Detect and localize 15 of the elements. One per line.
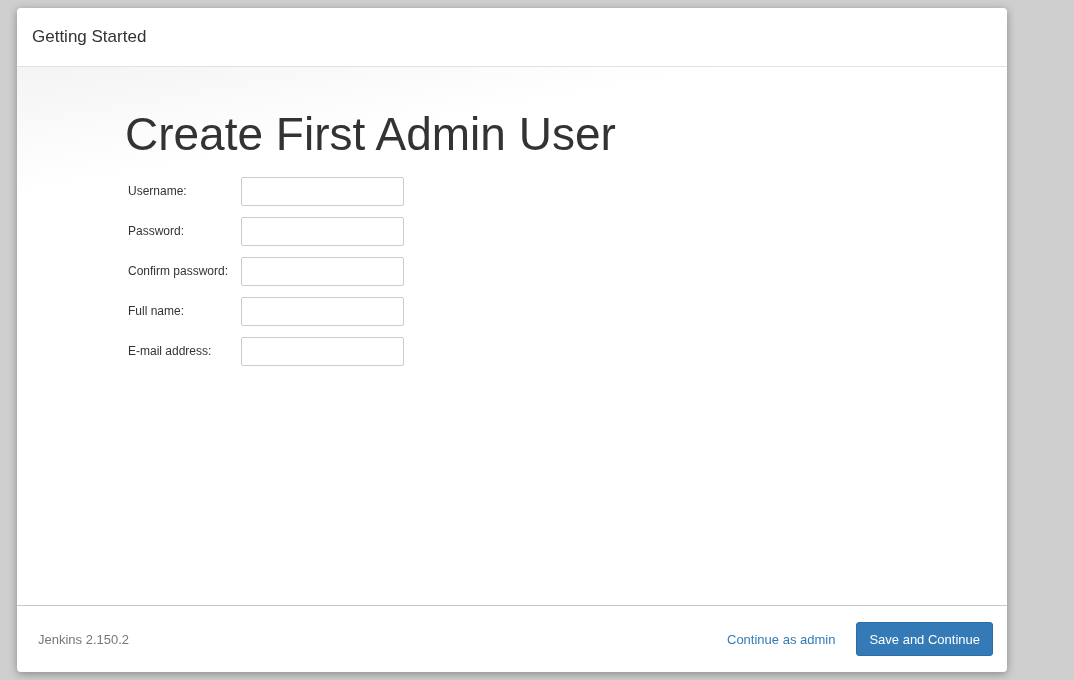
continue-link[interactable]: Continue as admin [727, 631, 836, 647]
version-text: Jenkins 2.150.2 [38, 631, 131, 647]
field-label: E-mail address: [128, 344, 213, 358]
input-field[interactable] [241, 176, 404, 206]
field-label: Password: [128, 224, 186, 238]
field-label: Full name: [128, 304, 186, 318]
dialog-title: Getting Started [32, 27, 147, 47]
input-field[interactable] [241, 336, 404, 366]
input-field[interactable] [241, 296, 404, 326]
field-label: Username: [128, 184, 188, 198]
page-heading: Create First Admin User [125, 107, 617, 161]
input-field[interactable] [241, 216, 404, 246]
input-field[interactable] [241, 256, 404, 286]
save-button[interactable]: Save and Continue [856, 622, 993, 656]
field-label: Confirm password: [128, 264, 230, 278]
